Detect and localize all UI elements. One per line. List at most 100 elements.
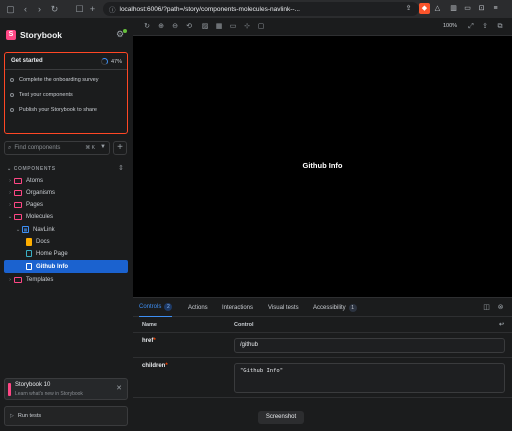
measure-icon[interactable]: ⊹ bbox=[242, 22, 252, 32]
component-icon: ▦ bbox=[22, 226, 29, 233]
chevron-right-icon: › bbox=[9, 276, 11, 283]
tree-item-label: Github Info bbox=[36, 263, 68, 270]
bookmark-icon[interactable]: ☐ bbox=[73, 2, 86, 16]
task-label: Publish your Storybook to share bbox=[19, 107, 97, 113]
document-icon bbox=[26, 237, 32, 246]
whats-new-notification[interactable]: Storybook 10 Learn what's new in Storybo… bbox=[4, 378, 128, 400]
brave-shield-icon[interactable]: ◆ bbox=[419, 3, 430, 14]
search-icon: ⌕ bbox=[8, 144, 12, 151]
tab-label: Accessibility bbox=[313, 304, 346, 311]
rewards-icon[interactable]: △ bbox=[432, 3, 443, 14]
section-components-heading[interactable]: ⌄ COMPONENTS bbox=[7, 166, 56, 172]
sidebar-header: S Storybook ⚙ bbox=[6, 27, 127, 43]
wallet-icon[interactable]: ▭ bbox=[462, 3, 473, 14]
task-circle-icon bbox=[10, 78, 14, 82]
tree-item-label: NavLink bbox=[33, 226, 55, 233]
storybook-sidebar: S Storybook ⚙ Get started 47% Complete t… bbox=[0, 18, 133, 431]
control-row-children: children* "Github Info" bbox=[133, 358, 512, 398]
tree-item-molecules[interactable]: ⌄ Molecules bbox=[4, 210, 128, 223]
outline-icon[interactable]: ▢ bbox=[256, 22, 266, 32]
back-icon[interactable]: ‹ bbox=[19, 2, 32, 16]
search-shortcut: ⌘ K bbox=[85, 145, 95, 151]
storybook-logo-icon[interactable]: S bbox=[6, 30, 16, 40]
progress-percent: 47% bbox=[110, 58, 122, 65]
search-placeholder: Find components bbox=[14, 145, 61, 151]
tree-item-label: Molecules bbox=[26, 213, 54, 220]
tree-item-github-info[interactable]: Github Info bbox=[4, 260, 128, 273]
create-story-button[interactable]: + bbox=[113, 141, 127, 155]
story-icon bbox=[26, 263, 32, 270]
tree-item-label: Pages bbox=[26, 201, 44, 208]
panel-orientation-icon[interactable]: ◫ bbox=[482, 303, 491, 312]
fullscreen-icon[interactable]: ⤢ bbox=[466, 22, 476, 32]
folder-icon bbox=[14, 201, 22, 208]
settings-gear-icon[interactable]: ⚙ bbox=[116, 29, 127, 39]
sidebar-toggle-icon[interactable]: ▢ bbox=[4, 2, 17, 16]
tree-item-label: Docs bbox=[36, 238, 50, 245]
onboarding-task[interactable]: Test your components bbox=[10, 90, 73, 100]
reset-controls-icon[interactable]: ↩ bbox=[499, 321, 504, 328]
chevron-right-icon: › bbox=[9, 201, 11, 208]
search-input[interactable]: ⌕ Find components ⌘ K ▼ bbox=[4, 141, 110, 155]
required-marker: * bbox=[153, 338, 156, 344]
task-circle-icon bbox=[10, 93, 14, 97]
tab-label: Interactions bbox=[222, 304, 254, 311]
background-icon[interactable]: ▨ bbox=[200, 22, 210, 32]
expand-collapse-icon[interactable]: ⇕ bbox=[118, 164, 124, 172]
reload-story-icon[interactable]: ↻ bbox=[142, 22, 152, 32]
tab-accessibility[interactable]: Accessibility 1 bbox=[313, 298, 357, 317]
tree-item-label: Templates bbox=[26, 276, 54, 283]
close-panel-icon[interactable]: ⊗ bbox=[496, 303, 505, 312]
new-tab-icon[interactable]: + bbox=[86, 2, 99, 16]
tree-item-label: Home Page bbox=[36, 250, 68, 257]
column-name-header: Name bbox=[142, 322, 157, 328]
onboarding-checklist[interactable]: Get started 47% Complete the onboarding … bbox=[4, 52, 128, 134]
menu-icon[interactable]: ≡ bbox=[490, 3, 501, 14]
tab-actions[interactable]: Actions bbox=[188, 298, 208, 317]
story-canvas[interactable]: Github Info bbox=[133, 36, 512, 297]
zoom-out-icon[interactable]: ⊖ bbox=[170, 22, 180, 32]
grid-icon[interactable]: ▦ bbox=[214, 22, 224, 32]
children-object-input[interactable]: "Github Info" bbox=[234, 363, 505, 393]
forward-icon[interactable]: › bbox=[33, 2, 46, 16]
zoom-reset-icon[interactable]: ⟲ bbox=[184, 22, 194, 32]
tree-item-label: Organisms bbox=[26, 189, 56, 196]
preview-toolbar: ↻ ⊕ ⊖ ⟲ ▨ ▦ ▭ ⊹ ▢ 100% ⤢ ⇪ ⧉ bbox=[133, 18, 512, 36]
tree-item-home-page[interactable]: Home Page bbox=[4, 247, 128, 260]
site-info-icon[interactable]: ⓘ bbox=[109, 4, 116, 14]
tab-badge: 1 bbox=[348, 303, 357, 312]
controls-table-header: Name Control ↩ bbox=[133, 317, 512, 333]
filter-icon[interactable]: ▼ bbox=[100, 144, 106, 150]
chevron-down-icon: ⌄ bbox=[15, 226, 21, 233]
tab-interactions[interactable]: Interactions bbox=[222, 298, 253, 317]
viewport-icon[interactable]: ▭ bbox=[228, 22, 238, 32]
share-icon[interactable]: ⇪ bbox=[480, 22, 490, 32]
address-bar[interactable]: ⓘ localhost:6006/?path=/story/components… bbox=[103, 2, 419, 16]
tab-controls[interactable]: Controls 2 bbox=[139, 298, 173, 317]
chevron-down-icon: ⌄ bbox=[7, 213, 13, 220]
vpn-icon[interactable]: ⊡ bbox=[476, 3, 487, 14]
folder-icon bbox=[14, 177, 22, 184]
onboarding-task[interactable]: Complete the onboarding survey bbox=[10, 75, 99, 85]
tab-label: Visual tests bbox=[268, 304, 299, 311]
navlink-preview[interactable]: Github Info bbox=[133, 161, 512, 170]
prop-name: href* bbox=[142, 338, 156, 344]
zoom-in-icon[interactable]: ⊕ bbox=[156, 22, 166, 32]
href-text-input[interactable]: /github bbox=[234, 338, 505, 353]
close-icon[interactable]: ✕ bbox=[116, 384, 122, 392]
reload-icon[interactable]: ↻ bbox=[48, 2, 61, 16]
run-tests-button[interactable]: ▷ Run tests bbox=[4, 406, 128, 426]
open-new-tab-icon[interactable]: ⧉ bbox=[495, 22, 505, 32]
progress-ring-icon bbox=[100, 58, 108, 65]
chevron-right-icon: › bbox=[9, 177, 11, 184]
tree-item-templates[interactable]: › Templates bbox=[4, 273, 128, 286]
onboarding-task[interactable]: Publish your Storybook to share bbox=[10, 105, 97, 115]
share-icon[interactable]: ⇪ bbox=[403, 3, 414, 14]
screenshot-button[interactable]: Screenshot bbox=[258, 411, 304, 424]
onboarding-progress: 47% bbox=[100, 58, 122, 65]
tab-visual-tests[interactable]: Visual tests bbox=[268, 298, 299, 317]
app-title[interactable]: Storybook bbox=[20, 30, 62, 40]
storybook-logo-icon bbox=[8, 383, 11, 396]
addons-panel: Controls 2 Actions Interactions Visual t… bbox=[133, 297, 512, 431]
sidebar-panel-icon[interactable]: ▥ bbox=[448, 3, 459, 14]
